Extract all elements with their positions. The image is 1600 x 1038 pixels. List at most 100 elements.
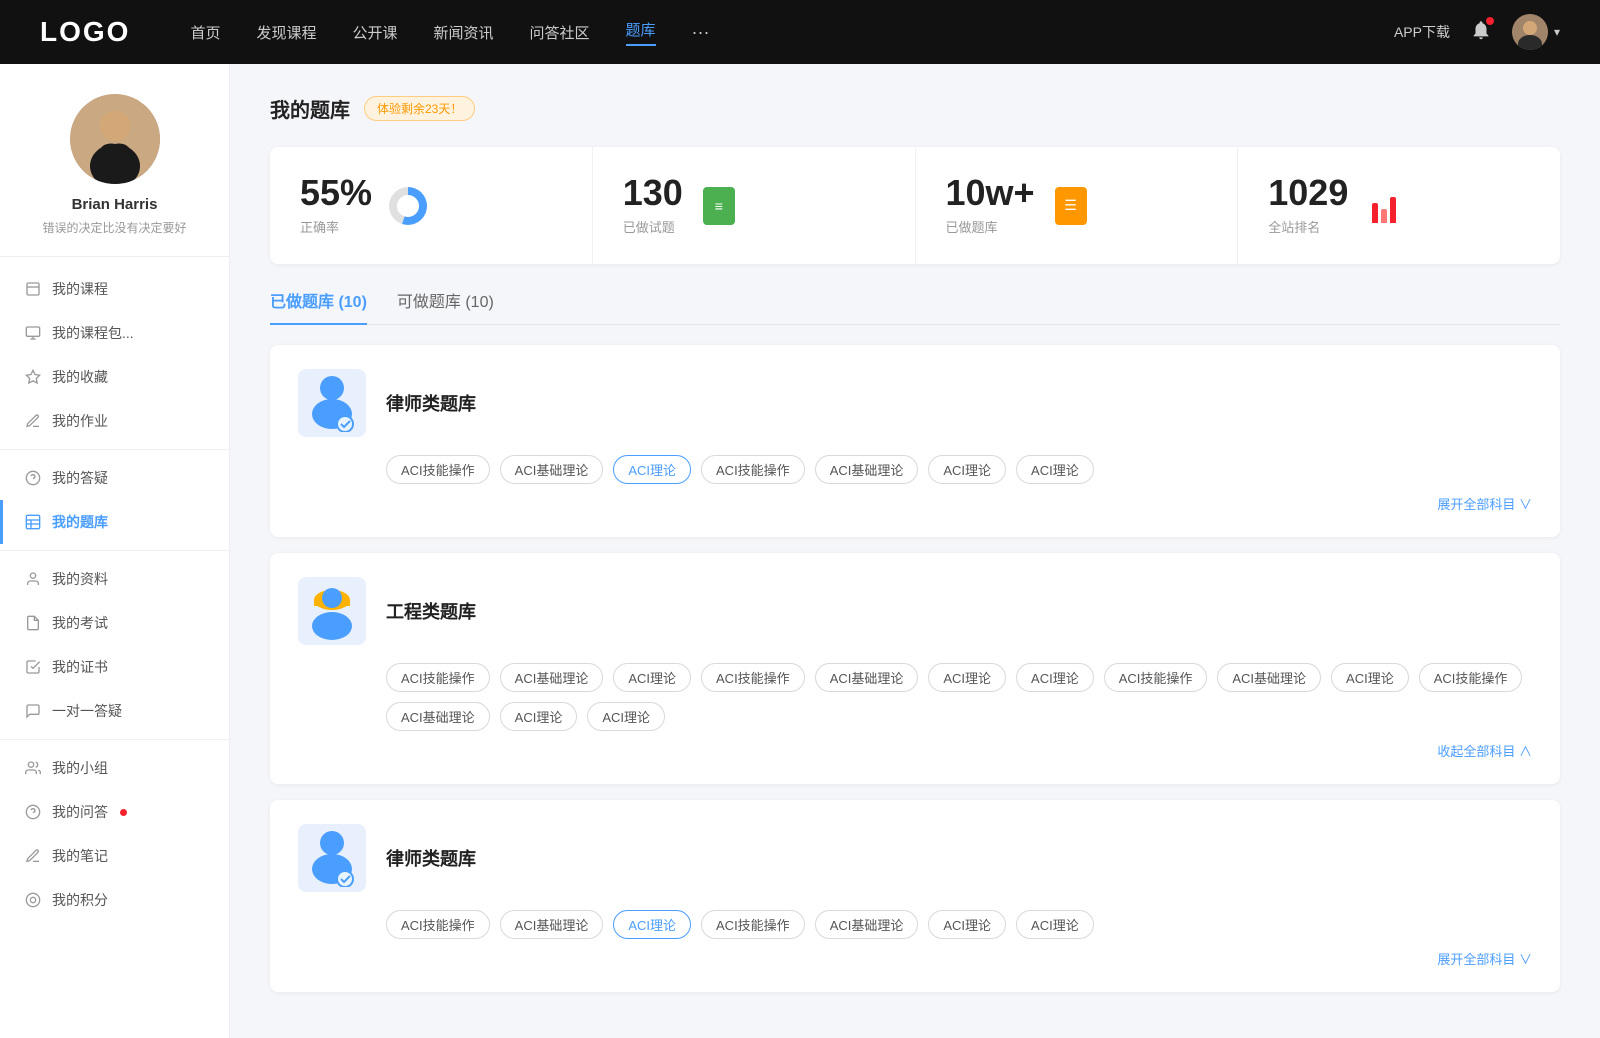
sidebar-divider-1 bbox=[0, 449, 229, 450]
nav-more[interactable]: ··· bbox=[692, 22, 710, 43]
qbank2-tag-13[interactable]: ACI理论 bbox=[587, 702, 665, 731]
qbank-header-1: 律师类题库 bbox=[298, 369, 1532, 437]
qbank3-expand-btn[interactable]: 展开全部科目 ∨ bbox=[1437, 949, 1532, 968]
avatar bbox=[70, 94, 160, 184]
app-download-link[interactable]: APP下载 bbox=[1394, 22, 1450, 42]
sidebar-item-my-questions[interactable]: 我的问答 bbox=[0, 790, 229, 834]
sidebar-item-groups-label: 我的小组 bbox=[52, 758, 108, 778]
qbank1-expand-btn[interactable]: 展开全部科目 ∨ bbox=[1437, 494, 1532, 513]
stat-ranking: 1029 全站排名 bbox=[1238, 147, 1560, 264]
page-wrap: Brian Harris 错误的决定比没有决定要好 我的课程 我的课程包... bbox=[0, 64, 1600, 1038]
tab-done-banks[interactable]: 已做题库 (10) bbox=[270, 288, 367, 324]
qbank-header-2: 工程类题库 bbox=[298, 577, 1532, 645]
qbank1-tag-3[interactable]: ACI技能操作 bbox=[701, 455, 805, 484]
nav-links: 首页 发现课程 公开课 新闻资讯 问答社区 题库 ··· bbox=[190, 19, 1394, 46]
tab-available-banks[interactable]: 可做题库 (10) bbox=[397, 288, 494, 324]
qbank2-tag-10[interactable]: ACI技能操作 bbox=[1419, 663, 1523, 692]
sidebar-item-exams[interactable]: 我的考试 bbox=[0, 601, 229, 645]
qbank3-tag-1[interactable]: ACI基础理论 bbox=[500, 910, 604, 939]
sidebar-menu: 我的课程 我的课程包... 我的收藏 我的作业 bbox=[0, 257, 229, 932]
stat-done-banks-value: 10w+ bbox=[946, 175, 1035, 211]
qbank2-tag-4[interactable]: ACI基础理论 bbox=[815, 663, 919, 692]
my-questions-dot bbox=[120, 809, 127, 816]
qbank2-tag-1[interactable]: ACI基础理论 bbox=[500, 663, 604, 692]
qbank-icon-lawyer bbox=[298, 369, 366, 437]
qbank-name-3: 律师类题库 bbox=[386, 845, 476, 871]
qbank1-tag-1[interactable]: ACI基础理论 bbox=[500, 455, 604, 484]
nav-courses[interactable]: 发现课程 bbox=[256, 22, 316, 43]
sidebar-username: Brian Harris bbox=[20, 196, 209, 213]
nav-home[interactable]: 首页 bbox=[190, 22, 220, 43]
points-icon bbox=[24, 891, 42, 909]
qbank3-tag-5[interactable]: ACI理论 bbox=[928, 910, 1006, 939]
page-header: 我的题库 体验剩余23天！ bbox=[270, 94, 1560, 123]
qbank2-tag-11[interactable]: ACI基础理论 bbox=[386, 702, 490, 731]
qbank1-tag-6[interactable]: ACI理论 bbox=[1016, 455, 1094, 484]
sidebar-profile: Brian Harris 错误的决定比没有决定要好 bbox=[0, 94, 229, 257]
qbank-card-3: 律师类题库 ACI技能操作 ACI基础理论 ACI理论 ACI技能操作 ACI基… bbox=[270, 800, 1560, 992]
sidebar-item-questions[interactable]: 我的答疑 bbox=[0, 456, 229, 500]
questions-icon bbox=[24, 469, 42, 487]
qbank2-tag-0[interactable]: ACI技能操作 bbox=[386, 663, 490, 692]
notification-bell[interactable] bbox=[1470, 19, 1492, 46]
sidebar-item-points-label: 我的积分 bbox=[52, 890, 108, 910]
sidebar-item-favorites-label: 我的收藏 bbox=[52, 367, 108, 387]
sidebar-item-groups[interactable]: 我的小组 bbox=[0, 746, 229, 790]
sidebar-item-courses[interactable]: 我的课程 bbox=[0, 267, 229, 311]
qbank3-tag-0[interactable]: ACI技能操作 bbox=[386, 910, 490, 939]
stat-ranking-label: 全站排名 bbox=[1268, 217, 1348, 236]
qbank3-tag-4[interactable]: ACI基础理论 bbox=[815, 910, 919, 939]
qbank1-tag-4[interactable]: ACI基础理论 bbox=[815, 455, 919, 484]
sidebar-item-homework[interactable]: 我的作业 bbox=[0, 399, 229, 443]
user-avatar-menu[interactable]: ▾ bbox=[1512, 14, 1560, 50]
sidebar-item-profile[interactable]: 我的资料 bbox=[0, 557, 229, 601]
certificates-icon bbox=[24, 658, 42, 676]
logo[interactable]: LOGO bbox=[40, 16, 130, 48]
sidebar-item-exams-label: 我的考试 bbox=[52, 613, 108, 633]
nav-news[interactable]: 新闻资讯 bbox=[434, 22, 494, 43]
qbank2-tag-6[interactable]: ACI理论 bbox=[1016, 663, 1094, 692]
nav-qbank[interactable]: 题库 bbox=[626, 19, 656, 46]
sidebar-item-course-pkg[interactable]: 我的课程包... bbox=[0, 311, 229, 355]
qbank2-expand-btn[interactable]: 收起全部科目 ∧ bbox=[1437, 741, 1532, 760]
qbank1-tag-0[interactable]: ACI技能操作 bbox=[386, 455, 490, 484]
exams-icon bbox=[24, 614, 42, 632]
qbank1-tag-2[interactable]: ACI理论 bbox=[613, 455, 691, 484]
nav-qa[interactable]: 问答社区 bbox=[530, 22, 590, 43]
stat-done-banks: 10w+ 已做题库 bbox=[916, 147, 1239, 264]
sidebar-item-notes[interactable]: 我的笔记 bbox=[0, 834, 229, 878]
qbank2-tag-5[interactable]: ACI理论 bbox=[928, 663, 1006, 692]
courses-icon bbox=[24, 280, 42, 298]
stat-accuracy: 55% 正确率 bbox=[270, 147, 593, 264]
sidebar-item-favorites[interactable]: 我的收藏 bbox=[0, 355, 229, 399]
nav-open-course[interactable]: 公开课 bbox=[352, 22, 397, 43]
qbank2-tag-8[interactable]: ACI基础理论 bbox=[1217, 663, 1321, 692]
qbank2-tag-9[interactable]: ACI理论 bbox=[1331, 663, 1409, 692]
qbank3-tag-3[interactable]: ACI技能操作 bbox=[701, 910, 805, 939]
stat-accuracy-value: 55% bbox=[300, 175, 372, 211]
page-title: 我的题库 bbox=[270, 94, 350, 123]
profile-icon bbox=[24, 570, 42, 588]
qbank2-tag-12[interactable]: ACI理论 bbox=[500, 702, 578, 731]
qbank-footer-2: 收起全部科目 ∧ bbox=[298, 731, 1532, 760]
qbank2-tag-2[interactable]: ACI理论 bbox=[613, 663, 691, 692]
sidebar-item-certificates[interactable]: 我的证书 bbox=[0, 645, 229, 689]
trial-badge: 体验剩余23天！ bbox=[364, 96, 475, 121]
qbank3-tag-2[interactable]: ACI理论 bbox=[613, 910, 691, 939]
sidebar-item-qbank[interactable]: 我的题库 bbox=[0, 500, 229, 544]
qbank2-tag-3[interactable]: ACI技能操作 bbox=[701, 663, 805, 692]
navbar: LOGO 首页 发现课程 公开课 新闻资讯 问答社区 题库 ··· APP下载 … bbox=[0, 0, 1600, 64]
qbank1-tag-5[interactable]: ACI理论 bbox=[928, 455, 1006, 484]
sidebar-item-course-pkg-label: 我的课程包... bbox=[52, 323, 134, 343]
stat-accuracy-label: 正确率 bbox=[300, 217, 372, 236]
qbank2-tag-7[interactable]: ACI技能操作 bbox=[1104, 663, 1208, 692]
qbank-tags-1: ACI技能操作 ACI基础理论 ACI理论 ACI技能操作 ACI基础理论 AC… bbox=[298, 455, 1532, 484]
qbank3-tag-6[interactable]: ACI理论 bbox=[1016, 910, 1094, 939]
notification-dot bbox=[1486, 17, 1494, 25]
course-pkg-icon bbox=[24, 324, 42, 342]
sidebar-item-one-on-one[interactable]: 一对一答疑 bbox=[0, 689, 229, 733]
stat-done-questions-label: 已做试题 bbox=[623, 217, 683, 236]
sidebar-item-certificates-label: 我的证书 bbox=[52, 657, 108, 677]
sidebar-item-points[interactable]: 我的积分 bbox=[0, 878, 229, 922]
tabs-row: 已做题库 (10) 可做题库 (10) bbox=[270, 288, 1560, 325]
